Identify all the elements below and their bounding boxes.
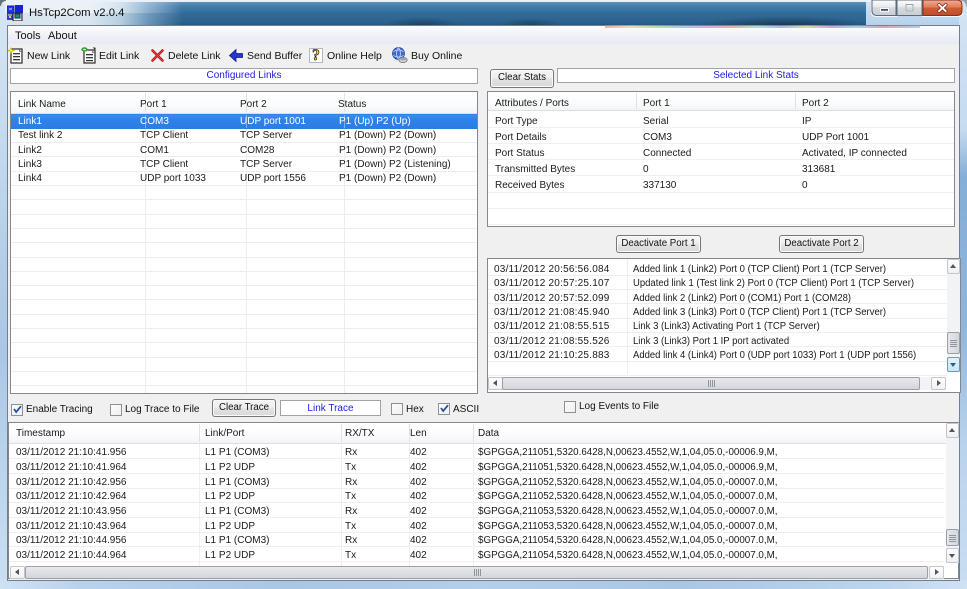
svg-text:?: ? xyxy=(312,48,320,63)
